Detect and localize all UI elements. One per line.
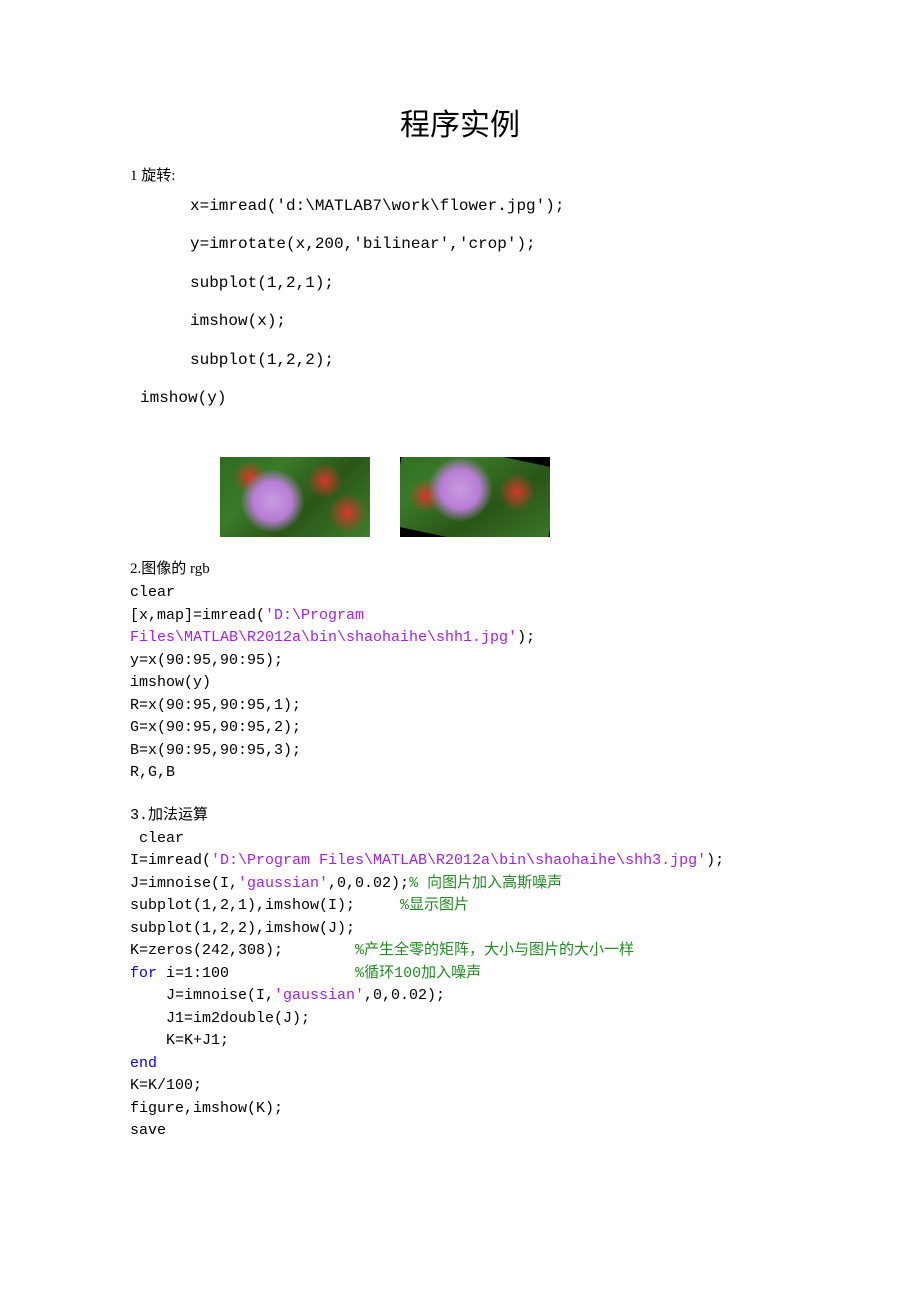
code-span: ,0,0.02); [364, 987, 445, 1004]
comment: % 向图片加入高斯噪声 [409, 875, 562, 892]
string-literal: 'D:\Program [265, 607, 364, 624]
code-line: subplot(1,2,2); [130, 341, 790, 379]
code-line: clear [130, 582, 790, 605]
page-title: 程序实例 [130, 100, 790, 144]
code-span: subplot(1,2,1),imshow(I); [130, 897, 400, 914]
spacer [130, 785, 790, 801]
code-line: J=imnoise(I,'gaussian',0,0.02); [130, 985, 790, 1008]
code-span: J=imnoise(I, [130, 875, 238, 892]
section-2-label: 2.图像的 rgb [130, 557, 790, 578]
code-line: [x,map]=imread('D:\Program [130, 605, 790, 628]
code-line: I=imread('D:\Program Files\MATLAB\R2012a… [130, 850, 790, 873]
code-line: imshow(y) [130, 379, 790, 417]
code-line: y=x(90:95,90:95); [130, 650, 790, 673]
section-2-code: clear [x,map]=imread('D:\Program Files\M… [130, 582, 790, 785]
string-literal: 'D:\Program Files\MATLAB\R2012a\bin\shao… [211, 852, 706, 869]
code-span: [x,map]=imread( [130, 607, 265, 624]
code-span: K=zeros(242,308); [130, 942, 355, 959]
code-span: ); [517, 629, 535, 646]
code-span: ); [706, 852, 724, 869]
section-3-label: 3.加法运算 [130, 803, 790, 824]
code-span: ,0,0.02); [328, 875, 409, 892]
keyword: end [130, 1053, 790, 1076]
code-line: imshow(y) [130, 672, 790, 695]
keyword: for [130, 965, 157, 982]
string-literal: 'gaussian' [238, 875, 328, 892]
code-line: J=imnoise(I,'gaussian',0,0.02);% 向图片加入高斯… [130, 873, 790, 896]
code-line: subplot(1,2,2),imshow(J); [130, 918, 790, 941]
code-span: I=imread( [130, 852, 211, 869]
flower-graphic-rotated [400, 457, 550, 537]
flower-original-image [220, 457, 370, 537]
code-line: for i=1:100 %循环100加入噪声 [130, 963, 790, 986]
section-3-code: clear I=imread('D:\Program Files\MATLAB\… [130, 828, 790, 1143]
comment: %产生全零的矩阵，大小与图片的大小一样 [355, 942, 634, 959]
code-line: figure,imshow(K); [130, 1098, 790, 1121]
string-literal: 'gaussian' [274, 987, 364, 1004]
code-span: i=1:100 [157, 965, 355, 982]
code-line: y=imrotate(x,200,'bilinear','crop'); [130, 225, 790, 263]
code-line: K=K/100; [130, 1075, 790, 1098]
section-1-label: 1 旋转: [130, 164, 790, 185]
comment: %显示图片 [400, 897, 469, 914]
code-line: J1=im2double(J); [130, 1008, 790, 1031]
code-line: save [130, 1120, 790, 1143]
code-line: K=zeros(242,308); %产生全零的矩阵，大小与图片的大小一样 [130, 940, 790, 963]
code-line: subplot(1,2,1); [130, 264, 790, 302]
code-line: Files\MATLAB\R2012a\bin\shaohaihe\shh1.j… [130, 627, 790, 650]
code-line: K=K+J1; [130, 1030, 790, 1053]
string-literal: Files\MATLAB\R2012a\bin\shaohaihe\shh1.j… [130, 629, 517, 646]
code-line: G=x(90:95,90:95,2); [130, 717, 790, 740]
flower-graphic [220, 457, 370, 537]
code-line: x=imread('d:\MATLAB7\work\flower.jpg'); [130, 187, 790, 225]
code-line: subplot(1,2,1),imshow(I); %显示图片 [130, 895, 790, 918]
code-line: B=x(90:95,90:95,3); [130, 740, 790, 763]
comment: %循环100加入噪声 [355, 965, 481, 982]
code-line: clear [130, 828, 790, 851]
flower-rotated-image [400, 457, 550, 537]
output-images [130, 457, 790, 537]
code-span: J=imnoise(I, [166, 987, 274, 1004]
code-line: R=x(90:95,90:95,1); [130, 695, 790, 718]
document-page: 程序实例 1 旋转: x=imread('d:\MATLAB7\work\flo… [0, 0, 920, 1203]
code-line: R,G,B [130, 762, 790, 785]
code-line: imshow(x); [130, 302, 790, 340]
